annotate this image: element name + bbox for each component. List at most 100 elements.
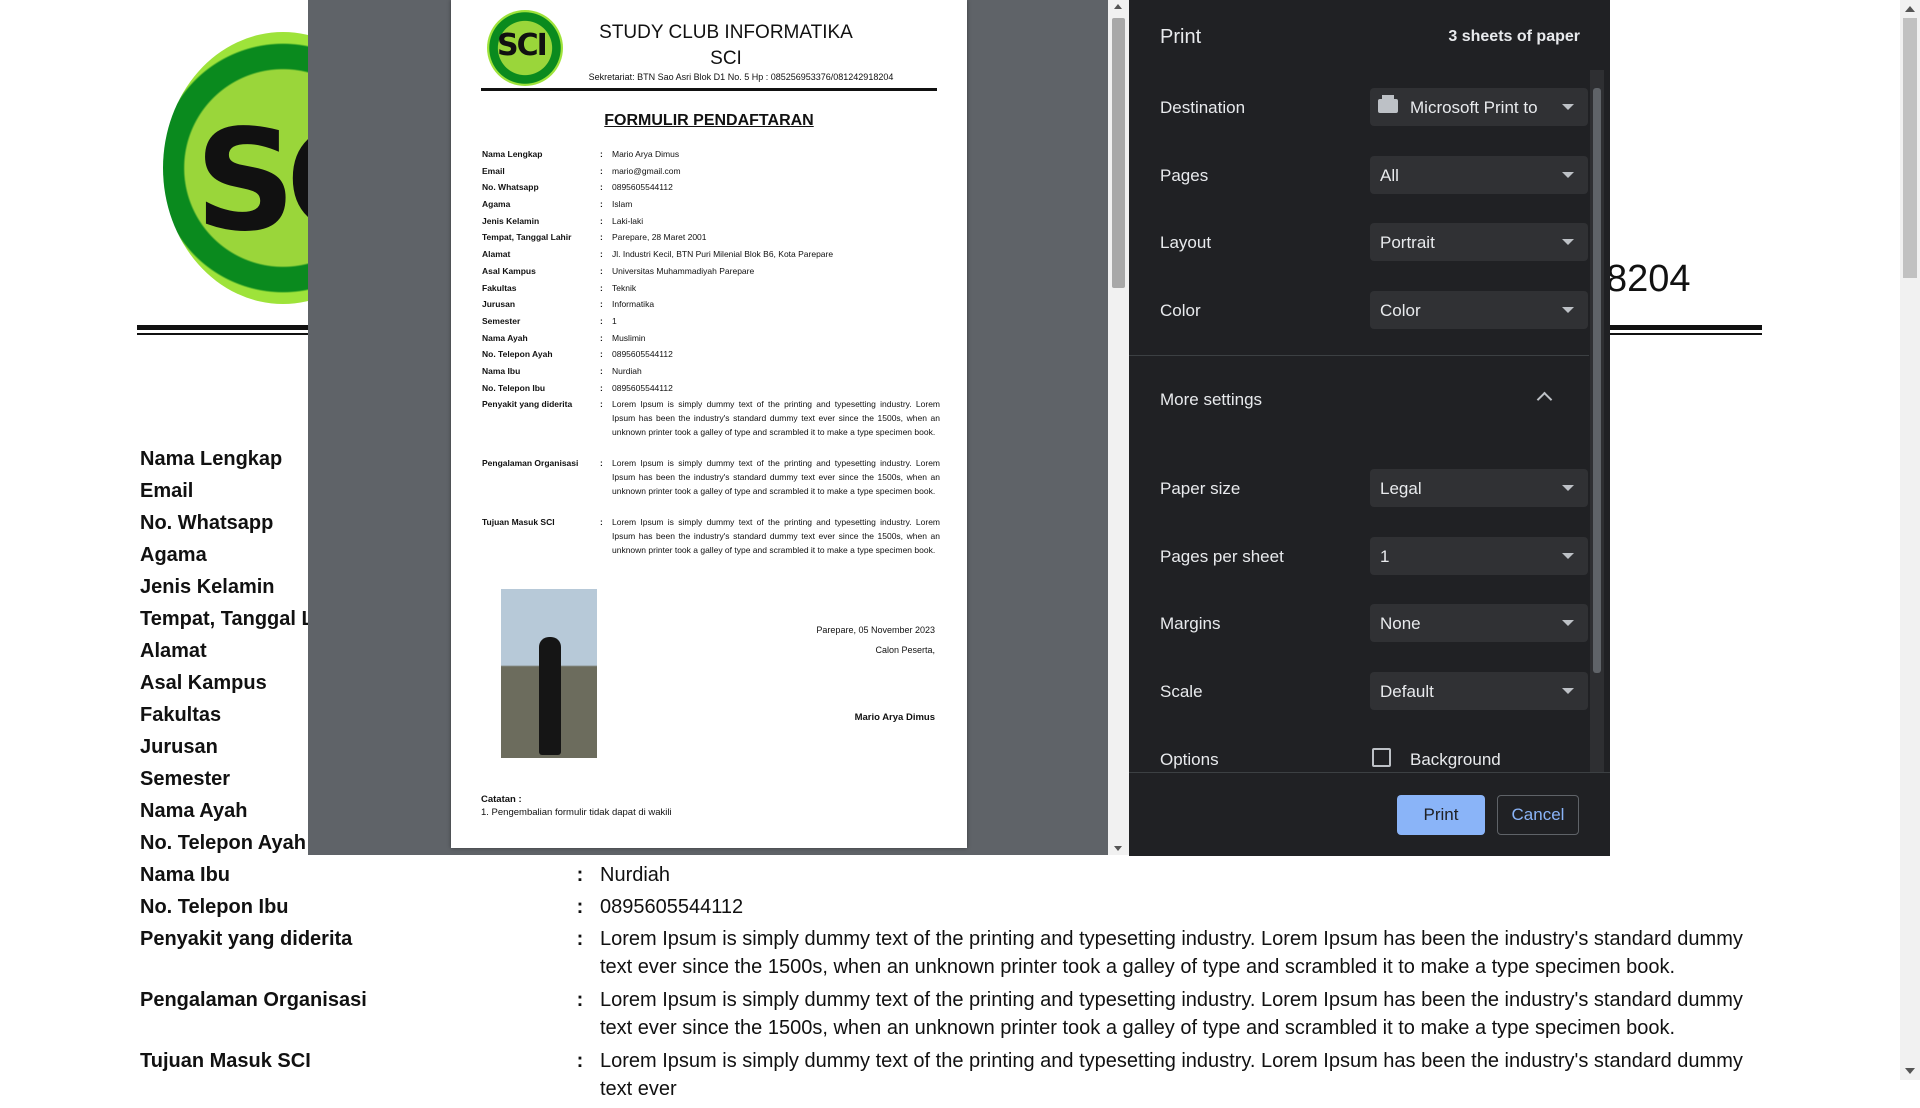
settings-divider [1129,355,1589,356]
paper-size-select[interactable]: Legal [1370,469,1588,507]
field-value: Teknik [612,282,637,293]
preview-sekretariat: Sekretariat: BTN Sao Asri Blok D1 No. 5 … [588,72,894,82]
preview-scroll-down-icon[interactable] [1114,846,1122,851]
page-scrollbar[interactable] [1900,0,1920,1080]
form-row: Agama: Islam [482,197,940,214]
preview-scrollbar-thumb[interactable] [1112,18,1125,288]
background-graphics-checkbox[interactable] [1372,748,1391,767]
form-row: No. Telepon Ayah:0895605544112 [482,347,940,364]
form-row: Nama Lengkap: Mario Arya Dimus [482,147,940,164]
field-value: Jl. Industri Kecil, BTN Puri Milenial Bl… [612,249,834,260]
more-settings-toggle[interactable]: More settings [1160,390,1262,410]
field-label: Penyakit yang diderita [140,928,353,950]
color-label: Color [1160,301,1201,320]
field-colon: : [600,182,603,193]
layout-label: Layout [1160,233,1212,252]
layout-select[interactable]: Portrait [1370,223,1588,261]
destination-select[interactable]: Microsoft Print to [1370,88,1588,126]
margins-value: None [1380,614,1421,633]
preview-scroll-up-icon[interactable] [1114,4,1122,9]
chevron-up-icon[interactable] [1536,391,1553,408]
field-value: Lorem Ipsum is simply dummy text of the … [600,928,1743,978]
field-label: Tujuan Masuk SCI [482,517,555,528]
settings-scrollbar[interactable] [1590,70,1604,772]
print-dialog-title: Print [1160,26,1202,48]
field-value: 1 [612,315,617,326]
field-colon: : [576,896,584,918]
calon-peserta: Calon Peserta, [875,645,935,655]
preview-scrollbar[interactable] [1108,0,1129,855]
chevron-down-icon [1562,620,1574,626]
field-colon: : [600,215,603,226]
pages-per-sheet-select[interactable]: 1 [1370,537,1588,575]
field-colon: : [600,349,603,360]
field-colon: : [576,928,584,950]
field-label: No. Whatsapp [482,182,539,193]
cancel-button[interactable]: Cancel [1497,795,1579,835]
form-row: Email: mario@gmail.com [482,164,940,181]
field-label: Pengalaman Organisasi [482,458,579,469]
catatan-item: 1. Pengembalian formulir tidak dapat di … [481,807,672,818]
scroll-down-arrow-icon[interactable] [1905,1068,1915,1074]
catatan: Catatan : 1. Pengembalian formulir tidak… [481,793,672,819]
pages-per-sheet-value: 1 [1380,547,1390,566]
pages-label: Pages [1160,166,1209,185]
field-value: 0895605544112 [612,182,673,193]
scroll-up-arrow-icon[interactable] [1905,6,1915,12]
chevron-down-icon [1562,104,1574,110]
field-colon: : [600,299,603,310]
pages-per-sheet-label: Pages per sheet [1160,547,1284,566]
field-label: No. Telepon Ibu [482,382,546,393]
field-colon: : [600,399,603,410]
form-row: Semester:1 [482,314,940,331]
scrollbar-thumb[interactable] [1903,18,1917,278]
field-label: Semester [482,315,521,326]
form-title: FORMULIR PENDAFTARAN [604,112,814,129]
field-colon: : [600,265,603,276]
field-colon: : [600,282,603,293]
form-row: Fakultas: Teknik [482,281,940,298]
field-label: Jenis Kelamin [482,215,540,226]
signature-name: Mario Arya Dimus [854,712,935,723]
form-row: No. Telepon Ibu:0895605544112 [482,381,940,398]
field-colon: : [576,1050,584,1072]
field-value: Lorem Ipsum is simply dummy text of the … [600,989,1743,1039]
field-label: Pengalaman Organisasi [140,989,367,1011]
field-colon: : [600,249,603,260]
chevron-down-icon [1562,239,1574,245]
field-label: Agama [482,199,511,210]
preview-paper: SCI STUDY CLUB INFORMATIKA SCI Sekretari… [451,0,967,848]
color-value: Color [1380,301,1421,320]
field-value: Lorem Ipsum is simply dummy text of the … [612,399,940,438]
scale-row: Scale Default [1160,672,1588,712]
margins-select[interactable]: None [1370,604,1588,642]
field-label: Email [482,165,505,176]
settings-scrollbar-thumb[interactable] [1593,88,1601,673]
pages-select[interactable]: All [1370,156,1588,194]
options-label: Options [1160,750,1219,769]
field-value: Nurdiah [600,864,671,886]
field-colon: : [600,458,603,469]
form-row: Penyakit yang diderita: Lorem Ipsum is si… [140,925,1760,986]
preview-fields: Nama Lengkap: Mario Arya Dimus Email: mario… [482,147,940,574]
preview-rule [481,88,937,91]
preview-logo-text: SCI [497,28,548,63]
printer-icon [1378,95,1398,113]
destination-row: Destination Microsoft Print to [1160,88,1588,128]
applicant-photo [501,589,597,758]
chevron-down-icon [1562,553,1574,559]
form-row: Jurusan: Informatika [482,297,940,314]
form-row: Pengalaman Organisasi: Lorem Ipsum is sim… [482,456,940,515]
field-value: Islam [612,199,633,210]
field-value: Mario Arya Dimus [612,149,680,159]
form-row: Tujuan Masuk SCI: Lorem Ipsum is simply d… [140,1047,1760,1108]
field-value: Nurdiah [612,365,642,376]
print-button[interactable]: Print [1397,795,1485,835]
field-value: Lorem Ipsum is simply dummy text of the … [612,458,940,497]
color-select[interactable]: Color [1370,291,1588,329]
field-value: Laki-laki [612,215,644,226]
scale-select[interactable]: Default [1370,672,1588,710]
person-figure [539,637,561,755]
field-colon: : [600,315,603,326]
field-colon: : [600,165,603,176]
